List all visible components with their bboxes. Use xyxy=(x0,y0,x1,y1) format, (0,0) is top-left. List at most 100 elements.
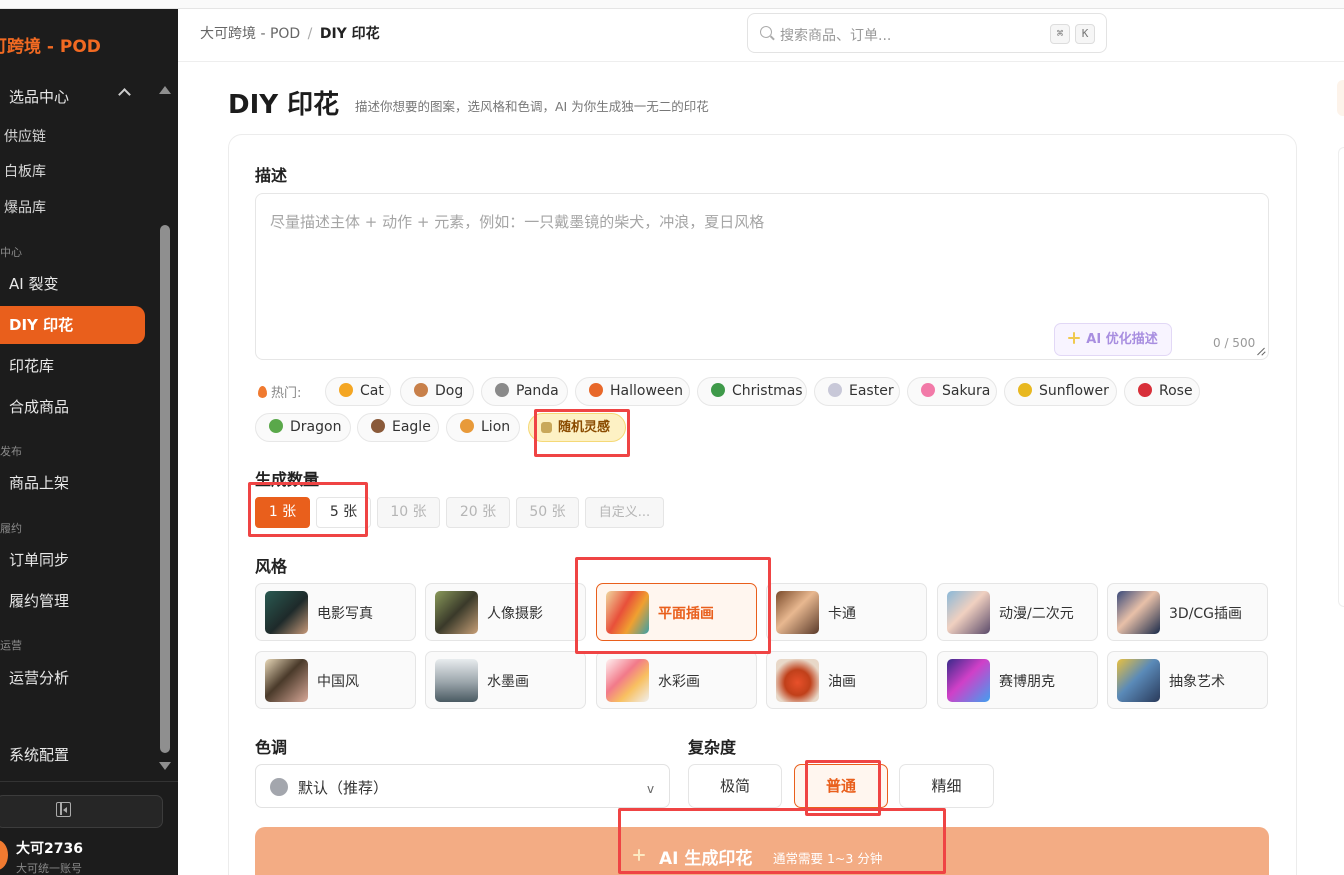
style-option-chinese[interactable]: 中国风 xyxy=(255,651,416,709)
style-option-label: 中国风 xyxy=(317,674,359,690)
tree-icon xyxy=(711,383,725,397)
hot-tag-easter[interactable]: Easter xyxy=(814,377,900,406)
style-option-label: 人像摄影 xyxy=(487,606,543,622)
style-thumbnail xyxy=(435,659,478,702)
breadcrumb-current: DIY 印花 xyxy=(319,26,380,42)
sidebar-item-ai-fission[interactable]: AI 裂变 xyxy=(0,265,145,303)
lion-icon xyxy=(460,419,474,433)
style-option-portrait[interactable]: 人像摄影 xyxy=(425,583,586,641)
tone-label: 色调 xyxy=(255,738,288,757)
hot-tag-sakura[interactable]: Sakura xyxy=(907,377,997,406)
hot-tag-sunflower[interactable]: Sunflower xyxy=(1004,377,1117,406)
tone-selected-value: 默认（推荐） xyxy=(298,779,389,797)
description-textarea[interactable]: 尽量描述主体 + 动作 + 元素，例如：一只戴墨镜的柴犬，冲浪，夏日风格 AI … xyxy=(255,193,1269,360)
sidebar-item-diy-print[interactable]: DIY 印花 xyxy=(0,306,145,344)
style-thumbnail xyxy=(606,659,649,702)
blossom-icon xyxy=(921,383,935,397)
scroll-down-arrow-icon[interactable] xyxy=(159,762,171,770)
style-thumbnail xyxy=(435,591,478,634)
style-thumbnail xyxy=(776,659,819,702)
style-option-cyberpunk[interactable]: 赛博朋克 xyxy=(937,651,1098,709)
style-option-anime[interactable]: 动漫/二次元 xyxy=(937,583,1098,641)
scroll-up-arrow-icon[interactable] xyxy=(159,86,171,94)
brand-logo[interactable]: 可跨境 - POD xyxy=(0,32,101,57)
description-label: 描述 xyxy=(255,166,288,185)
hot-tag-dragon[interactable]: Dragon xyxy=(255,413,351,442)
style-option-3d-cg[interactable]: 3D/CG插画 xyxy=(1107,583,1268,641)
style-option-ink[interactable]: 水墨画 xyxy=(425,651,586,709)
quantity-option-10[interactable]: 10 张 xyxy=(377,497,440,528)
sidebar-scrollbar[interactable] xyxy=(160,225,170,753)
hot-tag-rose[interactable]: Rose xyxy=(1124,377,1200,406)
breadcrumb-root[interactable]: 大可跨境 - POD xyxy=(200,26,300,42)
quantity-option-20[interactable]: 20 张 xyxy=(446,497,510,528)
sunflower-icon xyxy=(1018,383,1032,397)
sidebar-group-label: 履约 xyxy=(0,522,22,535)
style-option-abstract[interactable]: 抽象艺术 xyxy=(1107,651,1268,709)
dice-icon xyxy=(541,422,552,433)
fire-icon xyxy=(258,386,267,398)
sidebar-item-settings[interactable]: 系统配置 xyxy=(0,736,145,774)
style-option-watercolor[interactable]: 水彩画 xyxy=(596,651,757,709)
style-thumbnail xyxy=(947,659,990,702)
dog-icon xyxy=(414,383,428,397)
app-root: 可跨境 - POD 选品中心 供应链 白板库 爆品库 中心 AI 裂变 DIY … xyxy=(0,0,1344,875)
hot-tag-halloween[interactable]: Halloween xyxy=(575,377,690,406)
generate-button[interactable]: AI 生成印花 通常需要 1~3 分钟 xyxy=(255,827,1269,875)
hot-tag-lion[interactable]: Lion xyxy=(446,413,520,442)
sidebar-item-print-library[interactable]: 印花库 xyxy=(0,347,145,385)
style-option-label: 电影写真 xyxy=(317,606,373,622)
sidebar-item-composite-product[interactable]: 合成商品 xyxy=(0,388,145,426)
style-label: 风格 xyxy=(255,557,288,576)
sidebar-item-fulfillment[interactable]: 履约管理 xyxy=(0,582,145,620)
quantity-option-1[interactable]: 1 张 xyxy=(255,497,310,528)
sidebar-item-hot-library[interactable]: 爆品库 xyxy=(0,189,145,227)
top-bar: 大可跨境 - POD / DIY 印花 搜索商品、订单... ⌘ K xyxy=(178,0,1344,62)
style-option-flat-illustration[interactable]: 平面插画 xyxy=(596,583,757,641)
sidebar-item-order-sync[interactable]: 订单同步 xyxy=(0,541,145,579)
style-option-cinematic[interactable]: 电影写真 xyxy=(255,583,416,641)
style-option-label: 动漫/二次元 xyxy=(999,606,1074,622)
random-inspiration-button[interactable]: 随机灵感 xyxy=(528,413,626,442)
resize-handle-icon[interactable] xyxy=(1256,346,1266,356)
style-option-oil[interactable]: 油画 xyxy=(766,651,927,709)
page-subtitle: 描述你想要的图案，选风格和色调，AI 为你生成独一无二的印花 xyxy=(355,99,709,114)
hot-tag-christmas[interactable]: Christmas xyxy=(697,377,807,406)
sidebar-item-blank-library[interactable]: 白板库 xyxy=(0,153,145,191)
complexity-option-detailed[interactable]: 精细 xyxy=(899,764,994,808)
style-option-label: 水彩画 xyxy=(658,674,700,690)
tone-select[interactable]: 默认（推荐） v xyxy=(255,764,670,808)
ai-optimize-button[interactable]: AI 优化描述 xyxy=(1054,323,1172,356)
hot-tag-dog[interactable]: Dog xyxy=(400,377,474,406)
user-name[interactable]: 大可2736 xyxy=(16,838,83,858)
search-input[interactable]: 搜索商品、订单... xyxy=(780,25,891,45)
right-panel-edge xyxy=(1337,80,1344,116)
quantity-option-custom[interactable]: 自定义... xyxy=(585,497,664,528)
user-account-type: 大可统一账号 xyxy=(16,862,82,875)
avatar[interactable] xyxy=(0,840,8,870)
ai-optimize-label: AI 优化描述 xyxy=(1086,332,1158,347)
hot-tag-cat[interactable]: Cat xyxy=(325,377,391,406)
dragon-icon xyxy=(269,419,283,433)
sidebar-item-analytics[interactable]: 运营分析 xyxy=(0,659,145,697)
search-box[interactable]: 搜索商品、订单... ⌘ K xyxy=(747,13,1107,53)
quantity-option-50[interactable]: 50 张 xyxy=(516,497,579,528)
complexity-option-minimal[interactable]: 极简 xyxy=(688,764,782,808)
style-option-label: 3D/CG插画 xyxy=(1169,606,1243,622)
sparkle-icon xyxy=(633,849,645,861)
chevron-down-icon: v xyxy=(647,782,655,796)
hot-tag-eagle[interactable]: Eagle xyxy=(357,413,439,442)
collapse-sidebar-button[interactable] xyxy=(0,795,163,828)
sidebar-item-listing[interactable]: 商品上架 xyxy=(0,464,145,502)
page-title: DIY 印花 xyxy=(228,90,340,120)
sidebar-item-supply-chain[interactable]: 供应链 xyxy=(0,118,145,156)
complexity-option-normal[interactable]: 普通 xyxy=(794,764,888,808)
style-option-cartoon[interactable]: 卡通 xyxy=(766,583,927,641)
hot-tag-panda[interactable]: Panda xyxy=(481,377,568,406)
hot-label: 热门: xyxy=(258,382,301,401)
style-thumbnail xyxy=(265,591,308,634)
browser-top-edge xyxy=(0,0,1344,9)
quantity-option-5[interactable]: 5 张 xyxy=(316,497,371,528)
rabbit-icon xyxy=(828,383,842,397)
sidebar-group-label: 发布 xyxy=(0,445,22,458)
